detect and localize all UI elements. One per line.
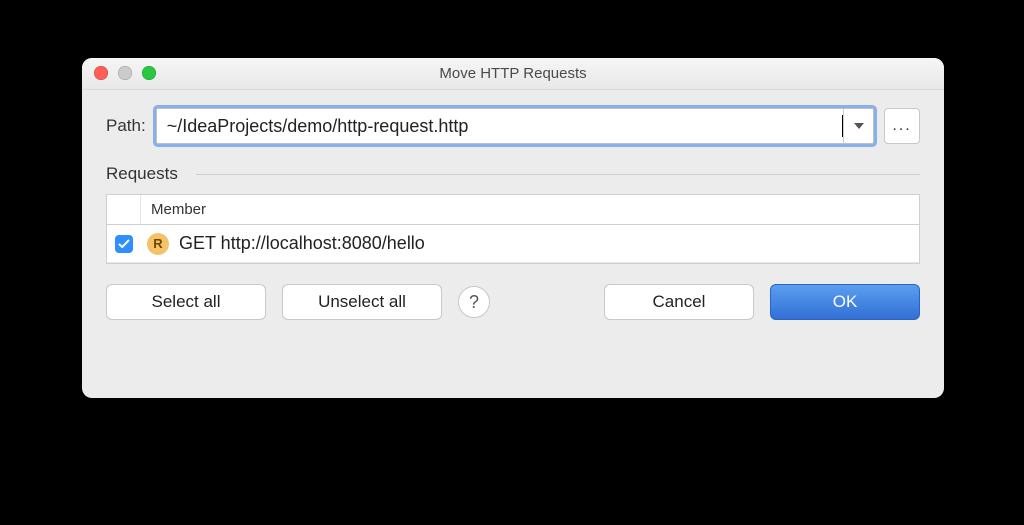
close-icon[interactable] bbox=[94, 66, 108, 80]
table-row[interactable]: R GET http://localhost:8080/hello bbox=[107, 225, 919, 263]
minimize-icon bbox=[118, 66, 132, 80]
cancel-button[interactable]: Cancel bbox=[604, 284, 754, 320]
help-button[interactable]: ? bbox=[458, 286, 490, 318]
path-dropdown-button[interactable] bbox=[843, 109, 873, 143]
window-title: Move HTTP Requests bbox=[82, 58, 944, 90]
ok-button[interactable]: OK bbox=[770, 284, 920, 320]
request-icon: R bbox=[147, 233, 169, 255]
path-input[interactable] bbox=[157, 109, 842, 143]
path-combobox[interactable] bbox=[156, 108, 874, 144]
zoom-icon[interactable] bbox=[142, 66, 156, 80]
requests-group-label: Requests bbox=[106, 164, 920, 184]
path-label: Path: bbox=[106, 116, 146, 136]
checkmark-icon bbox=[118, 239, 130, 249]
unselect-all-button[interactable]: Unselect all bbox=[282, 284, 442, 320]
window-controls bbox=[94, 66, 156, 80]
column-header-member: Member bbox=[141, 195, 919, 224]
table-header: Member bbox=[107, 195, 919, 225]
browse-button[interactable]: ... bbox=[884, 108, 920, 144]
request-label: GET http://localhost:8080/hello bbox=[179, 233, 425, 254]
select-all-button[interactable]: Select all bbox=[106, 284, 266, 320]
requests-table: Member R GET http://localhost:8080/hello bbox=[106, 194, 920, 264]
dialog-window: Move HTTP Requests Path: ... Requests bbox=[82, 58, 944, 398]
row-checkbox[interactable] bbox=[115, 235, 133, 253]
column-header-checkbox bbox=[107, 195, 141, 224]
chevron-down-icon bbox=[853, 122, 865, 130]
titlebar: Move HTTP Requests bbox=[82, 58, 944, 90]
